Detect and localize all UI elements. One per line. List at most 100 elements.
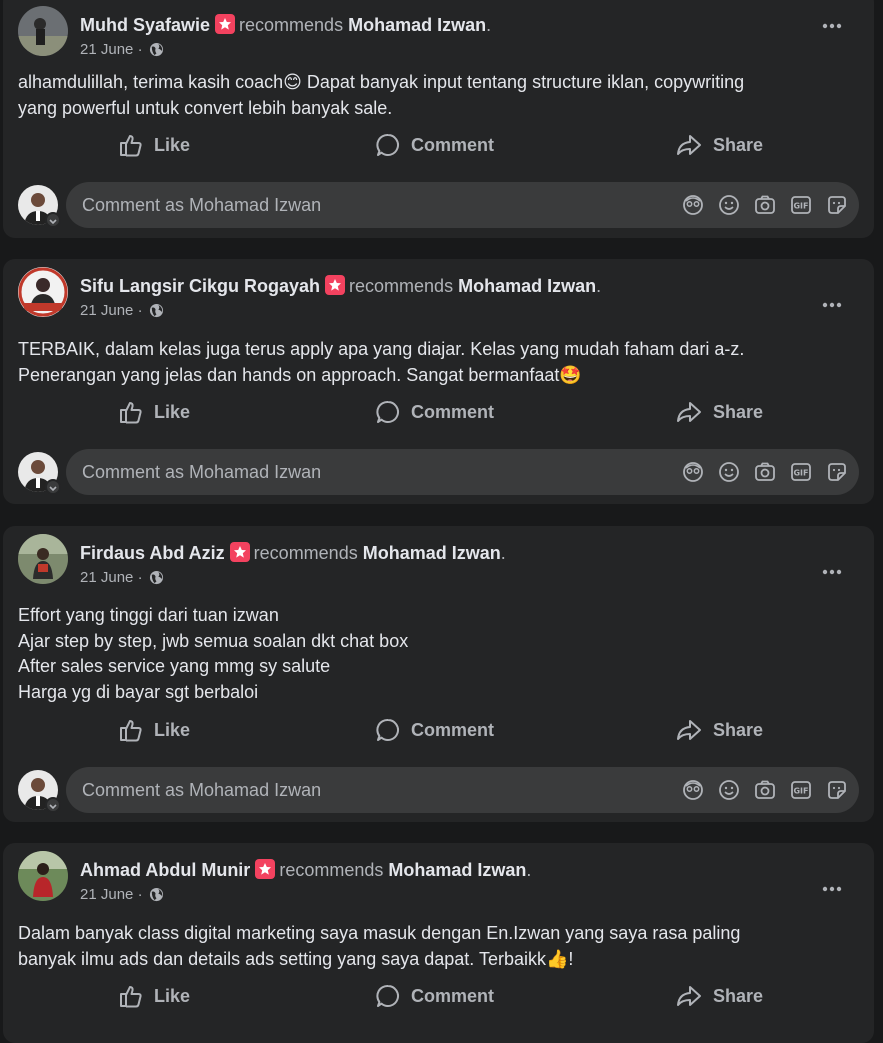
period: . — [596, 276, 602, 296]
meta-separator: · — [137, 302, 143, 319]
chevron-down-icon[interactable] — [45, 797, 61, 813]
post-title-line: Firdaus Abd Aziz recommends Mohamad Izwan… — [80, 542, 506, 564]
share-button[interactable]: Share — [675, 976, 763, 1016]
page-name-link[interactable]: Mohamad Izwan — [363, 543, 501, 563]
globe-icon — [149, 570, 164, 589]
share-label: Share — [713, 134, 764, 155]
gif-icon[interactable]: GIF — [789, 778, 813, 802]
post-meta: 21 June · — [80, 569, 164, 589]
sticker-icon[interactable] — [825, 193, 849, 217]
post-text: Effort yang tinggi dari tuan izwan Ajar … — [18, 605, 409, 702]
comment-bubble-icon — [376, 719, 399, 741]
post-date[interactable]: 21 June — [80, 302, 133, 319]
post-header: Muhd Syafawie recommends Mohamad Izwan. 2… — [18, 6, 874, 60]
post-meta: 21 June · — [80, 41, 164, 61]
recommend-star-icon — [255, 859, 276, 879]
comment-tools: GIF — [669, 778, 849, 802]
author-avatar[interactable] — [18, 6, 68, 56]
recommends-text: recommends — [239, 15, 344, 35]
comment-placeholder: Comment as Mohamad Izwan — [82, 462, 322, 482]
page-name-link[interactable]: Mohamad Izwan — [458, 276, 596, 296]
like-label: Like — [154, 401, 191, 422]
page-name-link[interactable]: Mohamad Izwan — [348, 15, 486, 35]
comment-button[interactable]: Comment — [375, 125, 494, 165]
emoji-icon[interactable] — [717, 778, 741, 802]
avatar-sticker-icon[interactable] — [681, 778, 705, 802]
gif-icon[interactable]: GIF — [789, 460, 813, 484]
author-name[interactable]: Sifu Langsir Cikgu Rogayah — [80, 276, 320, 296]
post-actions: Like Comment Share — [3, 710, 874, 750]
author-avatar[interactable] — [18, 534, 68, 584]
post-text: alhamdulillah, terima kasih coach😊 Dapat… — [18, 72, 745, 118]
sticker-icon[interactable] — [825, 778, 849, 802]
comment-input[interactable]: Comment as Mohamad Izwan GIF — [66, 449, 859, 495]
post-actions: Like Comment Share — [3, 976, 874, 1016]
share-button[interactable]: Share — [675, 125, 763, 165]
like-label: Like — [154, 985, 191, 1006]
chevron-down-icon[interactable] — [45, 479, 61, 495]
share-arrow-icon — [677, 986, 701, 1006]
post-header: Firdaus Abd Aziz recommends Mohamad Izwan… — [18, 534, 874, 588]
like-label: Like — [154, 719, 191, 740]
sticker-icon[interactable] — [825, 460, 849, 484]
like-button[interactable]: Like — [118, 710, 190, 750]
comment-tools: GIF — [669, 460, 849, 484]
comment-button[interactable]: Comment — [375, 392, 494, 432]
svg-text:GIF: GIF — [793, 469, 808, 478]
chevron-down-icon[interactable] — [45, 212, 61, 228]
share-label: Share — [713, 719, 764, 740]
comment-input[interactable]: Comment as Mohamad Izwan GIF — [66, 182, 859, 228]
globe-icon — [149, 303, 164, 322]
share-button[interactable]: Share — [675, 392, 763, 432]
comment-placeholder: Comment as Mohamad Izwan — [82, 780, 322, 800]
comment-button[interactable]: Comment — [375, 710, 494, 750]
camera-icon[interactable] — [753, 193, 777, 217]
comment-button[interactable]: Comment — [375, 976, 494, 1016]
post-date[interactable]: 21 June — [80, 569, 133, 586]
author-avatar[interactable] — [18, 267, 68, 317]
author-name[interactable]: Firdaus Abd Aziz — [80, 543, 225, 563]
like-button[interactable]: Like — [118, 976, 190, 1016]
post-title-line: Sifu Langsir Cikgu Rogayah recommends Moh… — [80, 275, 601, 297]
author-name[interactable]: Ahmad Abdul Munir — [80, 860, 250, 880]
avatar-sticker-icon[interactable] — [681, 460, 705, 484]
comment-label: Comment — [411, 985, 495, 1006]
camera-icon[interactable] — [753, 460, 777, 484]
post-actions: Like Comment Share — [3, 392, 874, 432]
post-card: Sifu Langsir Cikgu Rogayah recommends Moh… — [3, 259, 874, 504]
gif-icon[interactable]: GIF — [789, 193, 813, 217]
like-label: Like — [154, 134, 191, 155]
avatar-sticker-icon[interactable] — [681, 193, 705, 217]
more-options-icon[interactable] — [820, 877, 844, 901]
share-arrow-icon — [677, 402, 701, 422]
author-avatar[interactable] — [18, 851, 68, 901]
comment-label: Comment — [411, 134, 495, 155]
camera-icon[interactable] — [753, 778, 777, 802]
comment-bubble-icon — [376, 985, 399, 1007]
post-card: Ahmad Abdul Munir recommends Mohamad Izwa… — [3, 843, 874, 1043]
post-title-line: Muhd Syafawie recommends Mohamad Izwan. — [80, 14, 491, 36]
more-options-icon[interactable] — [820, 293, 844, 317]
post-meta: 21 June · — [80, 886, 164, 906]
post-card: Firdaus Abd Aziz recommends Mohamad Izwan… — [3, 526, 874, 822]
emoji-icon[interactable] — [717, 193, 741, 217]
post-header: Ahmad Abdul Munir recommends Mohamad Izwa… — [18, 851, 874, 905]
post-header: Sifu Langsir Cikgu Rogayah recommends Moh… — [18, 267, 874, 321]
like-button[interactable]: Like — [118, 392, 190, 432]
post-date[interactable]: 21 June — [80, 886, 133, 903]
page-name-link[interactable]: Mohamad Izwan — [388, 860, 526, 880]
comment-tools: GIF — [669, 193, 849, 217]
author-name[interactable]: Muhd Syafawie — [80, 15, 210, 35]
comment-composer: Comment as Mohamad Izwan GIF — [18, 182, 859, 228]
period: . — [526, 860, 532, 880]
like-button[interactable]: Like — [118, 125, 190, 165]
comment-label: Comment — [411, 401, 495, 422]
more-options-icon[interactable] — [820, 560, 844, 584]
more-options-icon[interactable] — [820, 14, 844, 38]
post-date[interactable]: 21 June — [80, 41, 133, 58]
post-card: Muhd Syafawie recommends Mohamad Izwan. 2… — [3, 0, 874, 238]
thumbs-up-icon — [120, 402, 142, 424]
share-button[interactable]: Share — [675, 710, 763, 750]
emoji-icon[interactable] — [717, 460, 741, 484]
comment-input[interactable]: Comment as Mohamad Izwan GIF — [66, 767, 859, 813]
